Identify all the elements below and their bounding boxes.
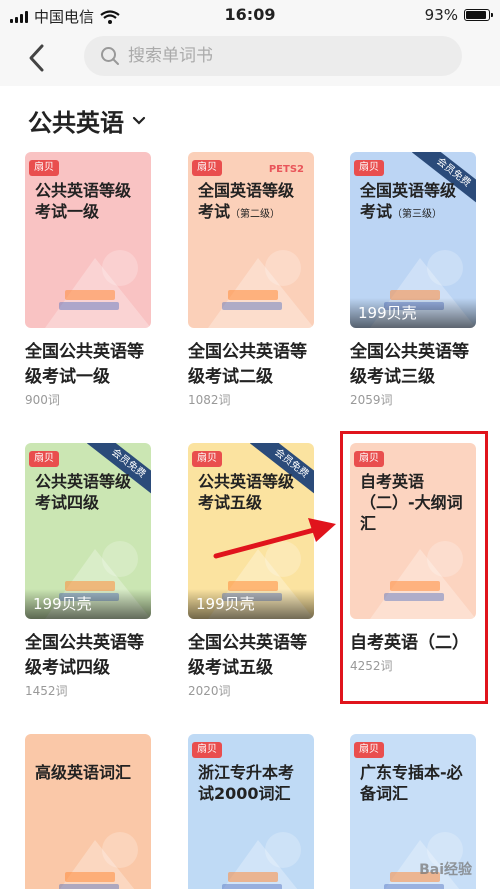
cover-title: 全国英语等级考试（第三级） <box>360 180 470 225</box>
book-cover[interactable]: 扇贝浙江专升本考试2000词汇 <box>188 734 314 889</box>
exam-code: PETS2 <box>268 164 304 175</box>
book-title: 全国公共英语等级考试一级 <box>25 342 144 387</box>
arrow-annotation <box>213 518 336 559</box>
cover-illustration <box>45 250 151 328</box>
book-title: 全国公共英语等级考试四级 <box>25 633 144 678</box>
cover-title: 广东专插本-必备词汇 <box>360 762 470 804</box>
battery-percent: 93% <box>424 6 458 24</box>
cover-subtitle: （第三级） <box>392 209 443 220</box>
battery-icon <box>464 9 493 21</box>
book-cover[interactable]: 扇贝公共英语等级考试一级 <box>25 152 151 328</box>
watermark: Bai经验 <box>419 862 472 878</box>
cover-title: 浙江专升本考试2000词汇 <box>198 762 308 804</box>
cover-title-text: 公共英语等级考试一级 <box>35 181 132 221</box>
brand-logo: 扇贝 <box>192 451 222 467</box>
book-card[interactable]: 扇贝 PETS2 全国英语等级考试（第二级） 全国公共英语等级考试二级 1082词 <box>188 152 314 408</box>
cover-illustration <box>59 832 138 889</box>
brand-logo: 扇贝 <box>354 742 384 758</box>
book-card[interactable]: 扇贝 会员免费 公共英语等级考试四级 199贝壳 全国公共英语等级考试四级 1452词 <box>25 443 151 699</box>
cover-title-text: 高级英语词汇 <box>35 763 132 782</box>
search-icon <box>101 47 119 65</box>
book-cover[interactable]: 高级英语词汇 <box>25 734 151 889</box>
book-cover[interactable]: 扇贝 会员免费 全国英语等级考试（第三级） 199贝壳 <box>350 152 476 328</box>
word-count: 2059词 <box>350 393 393 407</box>
brand-logo: 扇贝 <box>192 742 222 758</box>
cover-title: 公共英语等级考试四级 <box>35 471 145 513</box>
book-cover[interactable]: 扇贝 会员免费 公共英语等级考试四级 199贝壳 <box>25 443 151 619</box>
brand-logo: 扇贝 <box>354 160 384 176</box>
cover-title-text: 公共英语等级考试五级 <box>198 472 295 512</box>
book-cover[interactable]: 扇贝 PETS2 全国英语等级考试（第二级） <box>188 152 314 328</box>
status-right: 93% <box>424 6 493 24</box>
status-bar: 中国电信 16:09 93% <box>0 0 500 30</box>
word-count: 900词 <box>25 393 60 407</box>
cover-title-text: 公共英语等级考试四级 <box>35 472 132 512</box>
book-title: 全国公共英语等级考试三级 <box>350 342 469 387</box>
cover-illustration <box>208 250 314 328</box>
top-nav <box>0 30 500 86</box>
word-count: 1452词 <box>25 684 68 698</box>
cover-title-text: 广东专插本-必备词汇 <box>360 763 463 803</box>
search-input[interactable] <box>128 46 428 66</box>
category-selector[interactable]: 公共英语 <box>28 103 146 138</box>
cover-title-text: 浙江专升本考试2000词汇 <box>198 763 295 803</box>
back-chevron-icon[interactable] <box>24 42 52 74</box>
price-label: 199贝壳 <box>25 589 151 619</box>
word-count: 1082词 <box>188 393 231 407</box>
brand-logo: 扇贝 <box>29 451 59 467</box>
highlight-box <box>340 431 488 704</box>
category-title: 公共英语 <box>28 109 124 137</box>
cover-title: 全国英语等级考试（第二级） <box>198 180 308 225</box>
brand-logo: 扇贝 <box>29 160 59 176</box>
cover-title: 公共英语等级考试一级 <box>35 180 145 222</box>
brand-logo: 扇贝 <box>192 160 222 176</box>
cover-title: 高级英语词汇 <box>35 762 145 783</box>
price-label: 199贝壳 <box>350 298 476 328</box>
book-title: 全国公共英语等级考试五级 <box>188 633 307 678</box>
book-card[interactable]: 扇贝 会员免费 公共英语等级考试五级 199贝壳 全国公共英语等级考试五级 2020词 <box>188 443 314 699</box>
book-card[interactable]: 扇贝浙江专升本考试2000词汇 <box>188 734 314 889</box>
book-card[interactable]: 高级英语词汇 <box>25 734 151 889</box>
cover-title: 公共英语等级考试五级 <box>198 471 308 513</box>
chevron-down-icon <box>132 116 146 125</box>
price-label: 199贝壳 <box>188 589 314 619</box>
cover-subtitle: （第二级） <box>230 209 281 220</box>
book-card[interactable]: 扇贝 会员免费 全国英语等级考试（第三级） 199贝壳 全国公共英语等级考试三级 2059… <box>350 152 476 408</box>
search-bar[interactable] <box>84 36 462 76</box>
word-count: 2020词 <box>188 684 231 698</box>
book-card[interactable]: 扇贝公共英语等级考试一级全国公共英语等级考试一级 900词 <box>25 152 151 408</box>
cover-illustration <box>222 832 301 889</box>
book-title: 全国公共英语等级考试二级 <box>188 342 307 387</box>
